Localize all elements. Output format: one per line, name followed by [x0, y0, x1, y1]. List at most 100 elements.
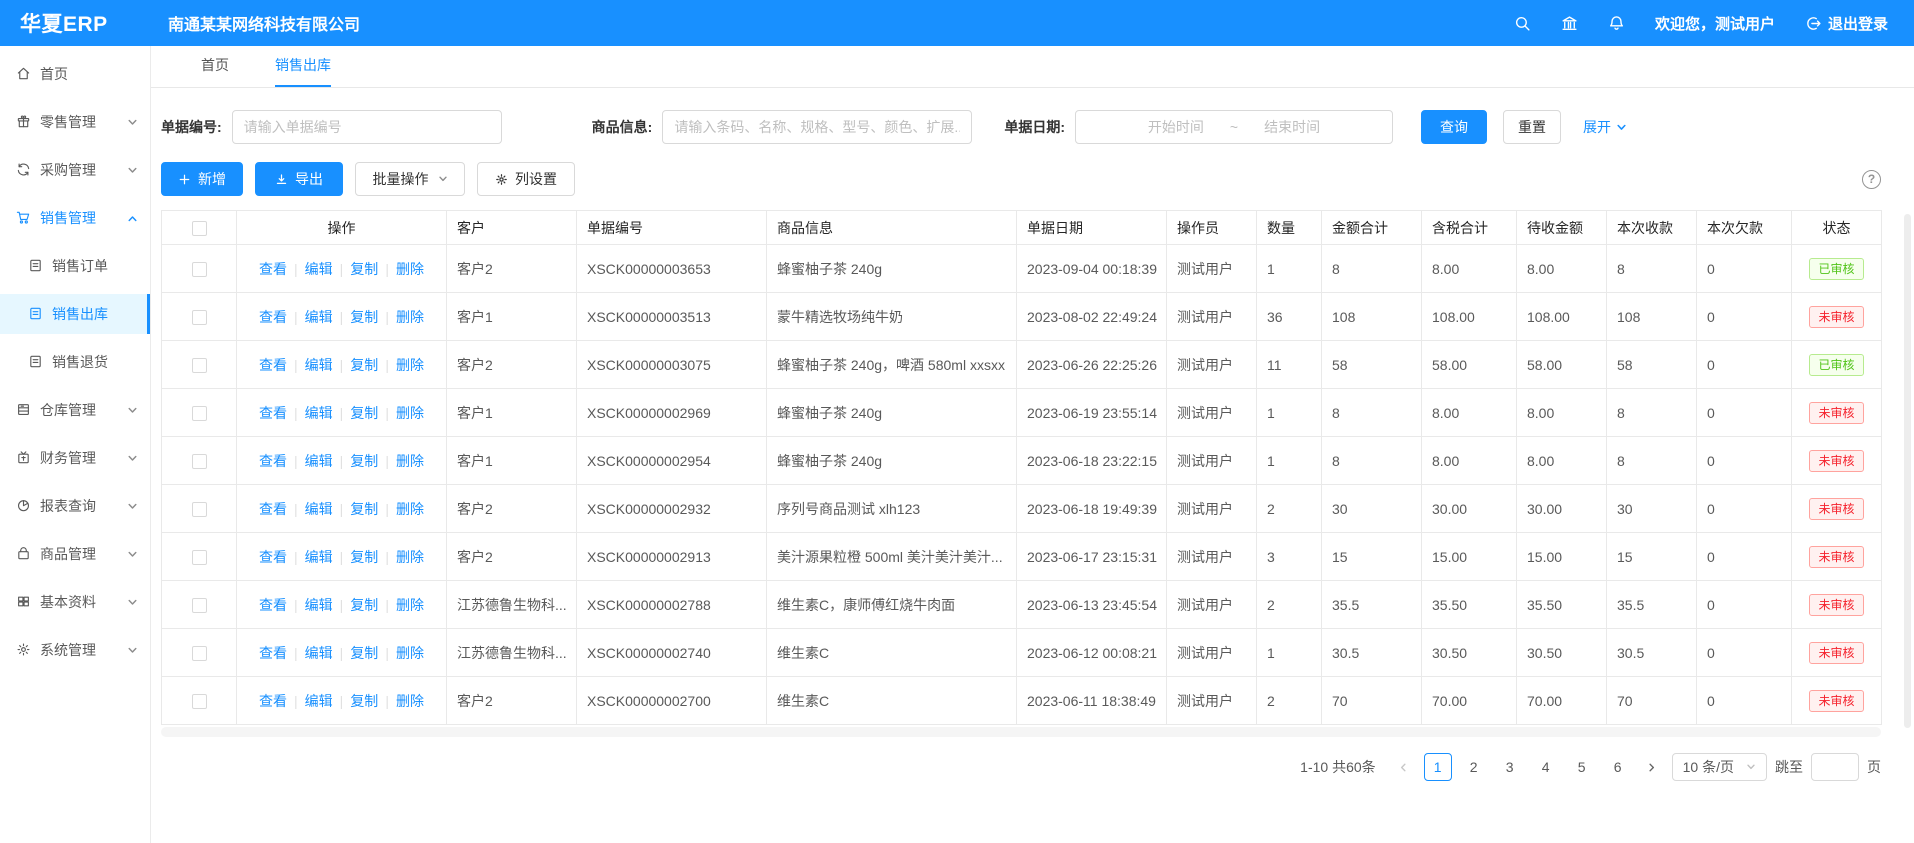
row-checkbox[interactable]	[192, 454, 207, 469]
bill-no-input[interactable]	[232, 110, 502, 144]
warehouse-icon	[16, 402, 32, 418]
tab-sales-outbound[interactable]: 销售出库	[275, 55, 331, 87]
row-checkbox[interactable]	[192, 406, 207, 421]
reset-button[interactable]: 重置	[1503, 110, 1561, 144]
export-button[interactable]: 导出	[255, 162, 343, 196]
row-action-delete[interactable]: 删除	[396, 309, 424, 325]
sidebar-item-system[interactable]: 系统管理	[0, 630, 150, 670]
row-action-view[interactable]: 查看	[259, 357, 287, 373]
page-button-1[interactable]: 1	[1424, 753, 1452, 781]
row-action-edit[interactable]: 编辑	[305, 645, 333, 661]
row-action-view[interactable]: 查看	[259, 453, 287, 469]
table-row: 查看|编辑|复制|删除客户2XSCK00000002913美汁源果粒橙 500m…	[162, 533, 1882, 581]
sidebar-item-basic-data[interactable]: 基本资料	[0, 582, 150, 622]
date-range-picker[interactable]: 开始时间 ~ 结束时间	[1075, 110, 1393, 144]
tab-home[interactable]: 首页	[201, 55, 229, 87]
row-action-copy[interactable]: 复制	[350, 357, 378, 373]
row-action-edit[interactable]: 编辑	[305, 549, 333, 565]
sidebar-item-sales-return[interactable]: 销售退货	[0, 342, 150, 382]
search-button[interactable]: 查询	[1421, 110, 1487, 144]
sidebar-item-retail[interactable]: 零售管理	[0, 102, 150, 142]
vertical-scrollbar[interactable]	[1904, 214, 1911, 728]
sidebar-item-sales[interactable]: 销售管理	[0, 198, 150, 238]
sidebar-item-home[interactable]: 首页	[0, 54, 150, 94]
row-action-edit[interactable]: 编辑	[305, 693, 333, 709]
cell-amount: 30	[1322, 485, 1422, 533]
product-info-input[interactable]	[662, 110, 972, 144]
cell-bill_no: XSCK00000003653	[577, 245, 767, 293]
row-action-view[interactable]: 查看	[259, 501, 287, 517]
row-action-delete[interactable]: 删除	[396, 405, 424, 421]
column-header: 本次收款	[1607, 211, 1697, 245]
row-action-view[interactable]: 查看	[259, 693, 287, 709]
row-action-copy[interactable]: 复制	[350, 405, 378, 421]
row-checkbox[interactable]	[192, 550, 207, 565]
row-action-edit[interactable]: 编辑	[305, 405, 333, 421]
row-action-copy[interactable]: 复制	[350, 453, 378, 469]
row-action-delete[interactable]: 删除	[396, 453, 424, 469]
row-action-edit[interactable]: 编辑	[305, 597, 333, 613]
sidebar-item-purchase[interactable]: 采购管理	[0, 150, 150, 190]
page-button-6[interactable]: 6	[1604, 753, 1632, 781]
column-settings-button[interactable]: 列设置	[477, 162, 575, 196]
row-action-edit[interactable]: 编辑	[305, 357, 333, 373]
row-action-delete[interactable]: 删除	[396, 261, 424, 277]
row-checkbox[interactable]	[192, 646, 207, 661]
row-action-edit[interactable]: 编辑	[305, 453, 333, 469]
sidebar-item-sales-outbound[interactable]: 销售出库	[0, 294, 150, 334]
row-action-delete[interactable]: 删除	[396, 549, 424, 565]
row-action-copy[interactable]: 复制	[350, 597, 378, 613]
page-button-5[interactable]: 5	[1568, 753, 1596, 781]
row-action-delete[interactable]: 删除	[396, 501, 424, 517]
row-action-copy[interactable]: 复制	[350, 549, 378, 565]
select-all-checkbox[interactable]	[192, 221, 207, 236]
row-action-view[interactable]: 查看	[259, 597, 287, 613]
sidebar-item-sales-order[interactable]: 销售订单	[0, 246, 150, 286]
row-action-delete[interactable]: 删除	[396, 357, 424, 373]
row-checkbox[interactable]	[192, 310, 207, 325]
page-button-4[interactable]: 4	[1532, 753, 1560, 781]
row-action-edit[interactable]: 编辑	[305, 309, 333, 325]
row-action-delete[interactable]: 删除	[396, 693, 424, 709]
notification-bell-icon[interactable]	[1608, 15, 1625, 32]
row-action-copy[interactable]: 复制	[350, 501, 378, 517]
row-action-edit[interactable]: 编辑	[305, 261, 333, 277]
row-action-copy[interactable]: 复制	[350, 309, 378, 325]
prev-page-button[interactable]	[1392, 753, 1416, 781]
row-action-view[interactable]: 查看	[259, 645, 287, 661]
expand-link[interactable]: 展开	[1583, 117, 1627, 137]
logout-button[interactable]: 退出登录	[1805, 13, 1888, 34]
row-action-view[interactable]: 查看	[259, 549, 287, 565]
row-action-delete[interactable]: 删除	[396, 597, 424, 613]
row-action-copy[interactable]: 复制	[350, 645, 378, 661]
sidebar-item-finance[interactable]: 财务管理	[0, 438, 150, 478]
jump-page-input[interactable]	[1811, 753, 1859, 781]
help-icon[interactable]: ?	[1862, 170, 1881, 189]
horizontal-scrollbar[interactable]	[161, 727, 1881, 737]
sidebar-item-goods[interactable]: 商品管理	[0, 534, 150, 574]
add-button[interactable]: 新增	[161, 162, 243, 196]
column-header: 数量	[1257, 211, 1322, 245]
sidebar-item-reports[interactable]: 报表查询	[0, 486, 150, 526]
row-action-view[interactable]: 查看	[259, 405, 287, 421]
table-row: 查看|编辑|复制|删除客户1XSCK00000002954蜂蜜柚子茶 240g2…	[162, 437, 1882, 485]
row-action-delete[interactable]: 删除	[396, 645, 424, 661]
row-action-edit[interactable]: 编辑	[305, 501, 333, 517]
page-button-2[interactable]: 2	[1460, 753, 1488, 781]
row-checkbox[interactable]	[192, 502, 207, 517]
row-checkbox[interactable]	[192, 358, 207, 373]
platform-bank-icon[interactable]	[1561, 15, 1578, 32]
row-action-view[interactable]: 查看	[259, 309, 287, 325]
next-page-button[interactable]	[1640, 753, 1664, 781]
page-size-select[interactable]: 10 条/页	[1672, 753, 1767, 781]
row-action-copy[interactable]: 复制	[350, 261, 378, 277]
batch-actions-button[interactable]: 批量操作	[355, 162, 465, 196]
row-checkbox[interactable]	[192, 262, 207, 277]
sidebar-item-warehouse[interactable]: 仓库管理	[0, 390, 150, 430]
row-checkbox[interactable]	[192, 598, 207, 613]
page-button-3[interactable]: 3	[1496, 753, 1524, 781]
row-action-copy[interactable]: 复制	[350, 693, 378, 709]
row-checkbox[interactable]	[192, 694, 207, 709]
search-icon[interactable]	[1514, 15, 1531, 32]
row-action-view[interactable]: 查看	[259, 261, 287, 277]
